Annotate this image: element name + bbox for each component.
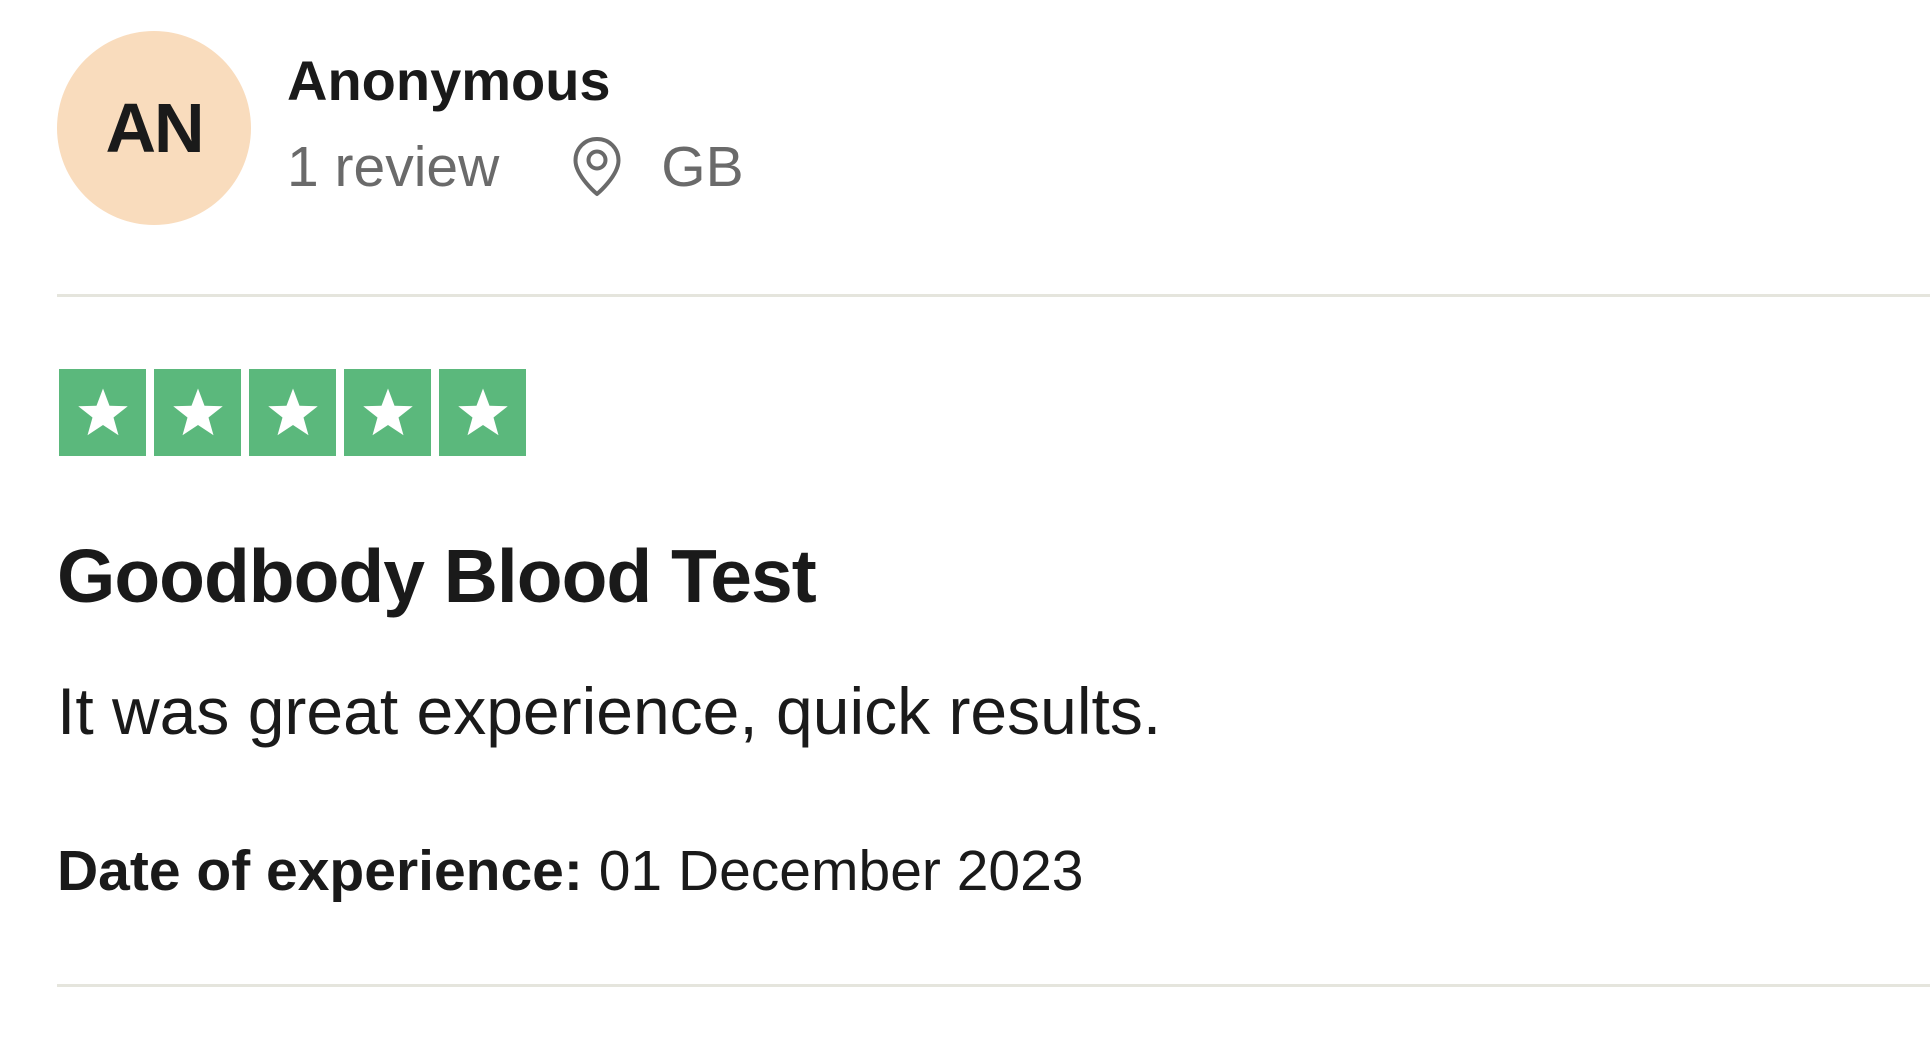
country-label: GB: [661, 134, 744, 199]
review-card: AN Anonymous 1 review GB Goodbody Blood …: [0, 0, 1930, 1058]
star-icon: [249, 369, 336, 456]
consumer-info[interactable]: AN Anonymous 1 review GB: [57, 30, 744, 225]
review-count: 1 review: [287, 134, 500, 199]
divider: [57, 984, 1930, 987]
star-icon: [439, 369, 526, 456]
date-of-experience: Date of experience: 01 December 2023: [57, 831, 1084, 911]
divider: [57, 294, 1930, 297]
date-of-experience-label: Date of experience:: [57, 839, 583, 903]
review-body: It was great experience, quick results.: [57, 674, 1162, 748]
star-icon: [59, 369, 146, 456]
date-of-experience-value: 01 December 2023: [598, 839, 1084, 903]
location: GB: [571, 134, 744, 199]
consumer-meta: 1 review GB: [287, 135, 744, 199]
star-icon: [344, 369, 431, 456]
map-pin-icon: [571, 135, 623, 199]
avatar[interactable]: AN: [57, 30, 251, 225]
review-title[interactable]: Goodbody Blood Test: [57, 528, 817, 624]
star-rating: [59, 369, 526, 456]
consumer-details: Anonymous 1 review GB: [287, 31, 744, 225]
consumer-name[interactable]: Anonymous: [287, 49, 744, 113]
star-icon: [154, 369, 241, 456]
